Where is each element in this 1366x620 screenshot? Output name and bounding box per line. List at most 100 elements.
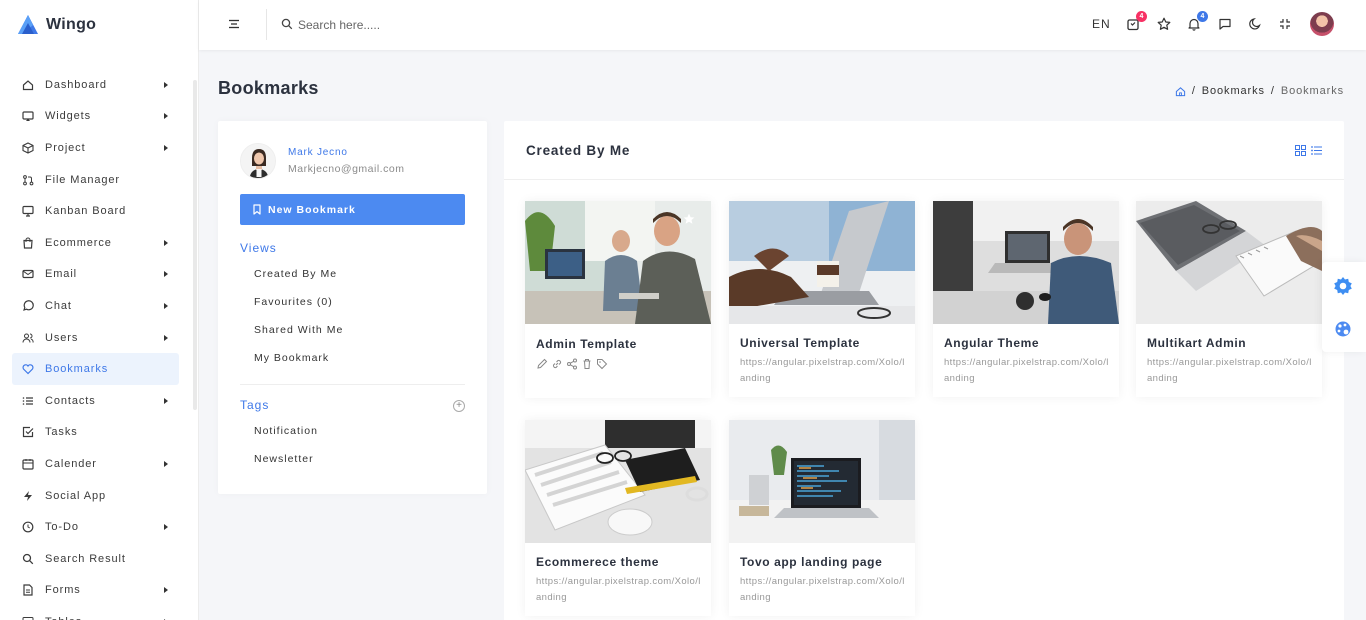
sidebar-item-label: Ecommerce: [45, 236, 112, 249]
panel-divider: [240, 384, 465, 385]
breadcrumb-item[interactable]: Bookmarks: [1202, 85, 1265, 97]
view-my-bookmark[interactable]: My Bookmark: [254, 352, 329, 364]
sidebar-item-tables[interactable]: Tables: [12, 606, 179, 620]
menu-toggle-icon[interactable]: [227, 17, 241, 31]
sidebar-item-users[interactable]: Users: [12, 322, 179, 354]
clock-icon: [22, 521, 34, 533]
home-icon[interactable]: [1175, 86, 1186, 97]
zap-icon: [22, 490, 34, 502]
bookmark-url[interactable]: https://angular.pixelstrap.com/Xolo/land…: [740, 355, 910, 387]
fullscreen-button[interactable]: [1277, 16, 1293, 32]
calendar-icon: [22, 458, 34, 470]
search-input[interactable]: [298, 15, 498, 35]
sidebar-item-social-app[interactable]: Social App: [12, 480, 179, 512]
sidebar-item-label: Widgets: [45, 110, 92, 123]
bookmark-url[interactable]: https://angular.pixelstrap.com/Xolo/land…: [536, 574, 706, 606]
tag-icon[interactable]: [596, 358, 608, 370]
bookmark-title: Multikart Admin: [1147, 336, 1247, 350]
sidebar-item-bookmarks[interactable]: Bookmarks: [12, 353, 179, 385]
sidebar-item-label: Chat: [45, 299, 72, 312]
tags-heading: Tags: [240, 398, 270, 412]
sidebar-item-label: Users: [45, 331, 79, 344]
sidebar-item-calender[interactable]: Calender: [12, 448, 179, 480]
chevron-right-icon: [164, 460, 168, 467]
sidebar-item-label: File Manager: [45, 173, 120, 186]
bookmark-card[interactable]: Admin Template: [525, 201, 711, 398]
bookmark-card[interactable]: Tovo app landing page https://angular.pi…: [729, 420, 915, 616]
sidebar-item-label: Search Result: [45, 552, 126, 565]
chevron-right-icon: [164, 144, 168, 151]
list-view-icon[interactable]: [1311, 145, 1322, 156]
bookmark-url[interactable]: https://angular.pixelstrap.com/Xolo/land…: [1147, 355, 1317, 387]
star-filled-icon[interactable]: [683, 213, 695, 225]
sidebar-item-ecommerce[interactable]: Ecommerce: [12, 227, 179, 259]
profile-avatar: [240, 143, 276, 179]
user-avatar[interactable]: [1310, 12, 1334, 36]
trash-icon[interactable]: [581, 358, 593, 370]
sidebar-scrollbar[interactable]: [193, 80, 197, 410]
messages-button[interactable]: [1217, 16, 1233, 32]
cart-badge: 4: [1136, 11, 1147, 22]
sidebar-item-dashboard[interactable]: Dashboard: [12, 69, 179, 101]
sidebar-item-tasks[interactable]: Tasks: [12, 417, 179, 449]
breadcrumb-current: Bookmarks: [1280, 85, 1344, 97]
sidebar-item-search-result[interactable]: Search Result: [12, 543, 179, 575]
dark-mode-toggle[interactable]: [1247, 16, 1263, 32]
view-created-by-me[interactable]: Created By Me: [254, 268, 337, 280]
settings-gear-icon[interactable]: [1333, 276, 1353, 296]
tag-notification[interactable]: Notification: [254, 425, 318, 437]
profile-name[interactable]: Mark Jecno: [288, 147, 348, 158]
bookmark-card[interactable]: Ecommerece theme https://angular.pixelst…: [525, 420, 711, 616]
sidebar-item-widgets[interactable]: Widgets: [12, 101, 179, 133]
sidebar-item-label: Tables: [45, 616, 82, 620]
view-shared-with-me[interactable]: Shared With Me: [254, 324, 343, 336]
sidebar-item-email[interactable]: Email: [12, 259, 179, 291]
sidebar-item-label: Kanban Board: [45, 205, 127, 218]
moon-icon: [1249, 18, 1261, 30]
bookmark-thumbnail: [525, 420, 711, 543]
bookmark-card[interactable]: Angular Theme https://angular.pixelstrap…: [933, 201, 1119, 397]
sidebar-item-forms[interactable]: Forms: [12, 575, 179, 607]
favorites-button[interactable]: [1156, 16, 1172, 32]
palette-icon[interactable]: [1334, 320, 1352, 338]
airplay-icon: [22, 110, 34, 122]
customizer-panel: [1322, 262, 1366, 352]
language-selector[interactable]: EN: [1092, 17, 1111, 31]
add-tag-icon[interactable]: +: [453, 400, 465, 412]
sidebar-item-file-manager[interactable]: File Manager: [12, 164, 179, 196]
notifications-button[interactable]: 4: [1186, 11, 1208, 32]
home-icon: [22, 79, 34, 91]
link-icon[interactable]: [551, 358, 563, 370]
bookmark-title: Admin Template: [536, 337, 637, 351]
sidebar-item-chat[interactable]: Chat: [12, 290, 179, 322]
message-circle-icon: [22, 300, 34, 312]
grid-view-icon[interactable]: [1295, 145, 1306, 156]
top-header: EN 4 4: [199, 0, 1366, 50]
users-icon: [22, 332, 34, 344]
new-bookmark-label: New Bookmark: [268, 203, 356, 216]
view-favourites[interactable]: Favourites (0): [254, 296, 333, 308]
chevron-right-icon: [164, 271, 168, 278]
sidebar-item-label: Tasks: [45, 426, 78, 439]
bookmark-url[interactable]: https://angular.pixelstrap.com/Xolo/land…: [740, 574, 910, 606]
edit-icon[interactable]: [536, 358, 548, 370]
sidebar-item-project[interactable]: Project: [12, 132, 179, 164]
share-icon[interactable]: [566, 358, 578, 370]
bookmark-url[interactable]: https://angular.pixelstrap.com/Xolo/land…: [944, 355, 1114, 387]
sidebar-item-label: Calender: [45, 457, 97, 470]
bookmark-card[interactable]: Multikart Admin https://angular.pixelstr…: [1136, 201, 1322, 397]
sidebar-item-contacts[interactable]: Contacts: [12, 385, 179, 417]
git-pull-icon: [22, 174, 34, 186]
main-divider: [504, 179, 1344, 180]
list-icon: [22, 395, 34, 407]
sidebar-item-kanban-board[interactable]: Kanban Board: [12, 195, 179, 227]
logo[interactable]: Wingo: [0, 0, 198, 50]
sidebar-item-to-do[interactable]: To-Do: [12, 511, 179, 543]
tag-newsletter[interactable]: Newsletter: [254, 453, 314, 465]
bookmark-card[interactable]: Universal Template https://angular.pixel…: [729, 201, 915, 397]
new-bookmark-button[interactable]: New Bookmark: [240, 194, 465, 225]
cart-button[interactable]: 4: [1125, 11, 1147, 32]
sidebar-item-label: Project: [45, 141, 86, 154]
bookmark-title: Angular Theme: [944, 336, 1040, 350]
bookmark-thumbnail: [525, 201, 711, 324]
